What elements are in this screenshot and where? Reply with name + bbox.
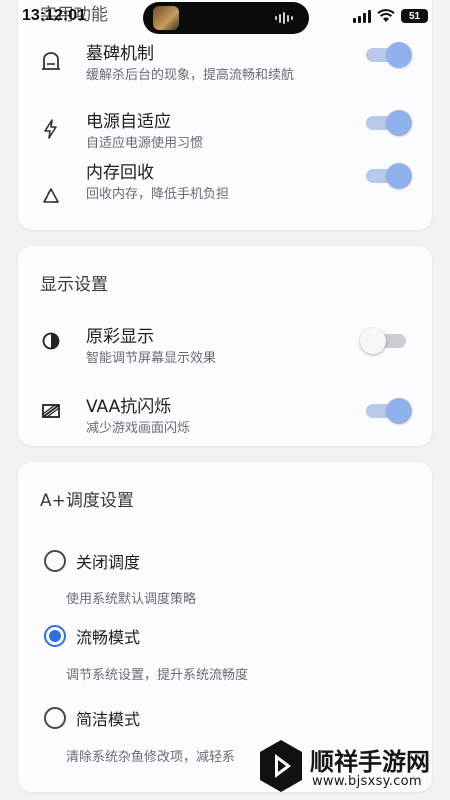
card-title: 显示设置	[40, 275, 108, 295]
card-title: A+调度设置	[40, 491, 134, 511]
radio-subtitle: 使用系统默认调度策略	[66, 592, 197, 607]
watermark-url: www.bjsxsy.com	[312, 774, 422, 789]
row-title: 内存回收	[86, 163, 154, 183]
memory-recycle-toggle[interactable]	[366, 163, 412, 189]
status-icons: 51	[353, 9, 428, 23]
radio-subtitle: 调节系统设置，提升系统流畅度	[66, 668, 249, 683]
setting-row-true-color[interactable]: 原彩显示 智能调节屏幕显示效果	[18, 316, 432, 380]
dynamic-island[interactable]	[143, 2, 309, 34]
status-time: 13:12:01	[22, 7, 87, 24]
display-settings-card: 显示设置 原彩显示 智能调节屏幕显示效果 VAA抗闪烁 减少游戏画面闪烁	[18, 246, 432, 446]
radio-label: 流畅模式	[76, 628, 141, 647]
radio-option-smooth[interactable]: 流畅模式	[18, 617, 432, 657]
row-subtitle: 智能调节屏幕显示效果	[86, 351, 217, 366]
status-bar: 13:12:01 51	[0, 0, 450, 36]
tombstone-toggle[interactable]	[366, 42, 412, 68]
recycle-icon	[38, 184, 64, 210]
power-adaptive-toggle[interactable]	[366, 110, 412, 136]
island-app-icon	[153, 6, 179, 30]
row-title: VAA抗闪烁	[86, 397, 172, 417]
setting-row-anti-flicker[interactable]: VAA抗闪烁 减少游戏画面闪烁	[18, 386, 432, 450]
row-subtitle: 缓解杀后台的现象，提高流畅和续航	[86, 68, 295, 83]
wifi-icon	[377, 9, 395, 22]
radio-button-checked[interactable]	[44, 625, 66, 647]
audio-wave-icon	[275, 12, 295, 24]
row-subtitle: 自适应电源使用习惯	[86, 136, 204, 151]
anti-flicker-icon	[38, 398, 64, 424]
lightning-icon	[38, 116, 64, 142]
row-title: 电源自适应	[86, 112, 171, 132]
true-color-toggle[interactable]	[360, 328, 406, 354]
radio-label: 简洁模式	[76, 710, 141, 729]
contrast-icon	[38, 328, 64, 354]
watermark-name: 顺祥手游网	[310, 748, 430, 776]
radio-option-simple[interactable]: 简洁模式	[18, 699, 432, 739]
setting-row-power-adaptive[interactable]: 电源自适应 自适应电源使用习惯	[18, 98, 432, 162]
watermark: 顺祥手游网 www.bjsxsy.com	[258, 738, 448, 798]
anti-flicker-toggle[interactable]	[366, 398, 412, 424]
battery-icon: 51	[401, 9, 428, 23]
signal-icon	[353, 9, 371, 23]
row-subtitle: 回收内存，降低手机负担	[86, 187, 230, 202]
setting-row-memory-recycle[interactable]: 内存回收 回收内存，降低手机负担	[18, 163, 432, 230]
row-title: 墓碑机制	[86, 44, 154, 64]
radio-option-off[interactable]: 关闭调度	[18, 542, 432, 582]
tombstone-icon	[38, 48, 64, 74]
row-subtitle: 减少游戏画面闪烁	[86, 421, 191, 436]
watermark-logo-icon	[260, 740, 302, 792]
radio-label: 关闭调度	[76, 553, 141, 572]
radio-subtitle: 清除系统杂鱼修改项，减轻系	[66, 750, 236, 765]
radio-button[interactable]	[44, 550, 66, 572]
radio-button[interactable]	[44, 707, 66, 729]
row-title: 原彩显示	[86, 327, 154, 347]
setting-row-tombstone[interactable]: 墓碑机制 缓解杀后台的现象，提高流畅和续航	[18, 30, 432, 94]
